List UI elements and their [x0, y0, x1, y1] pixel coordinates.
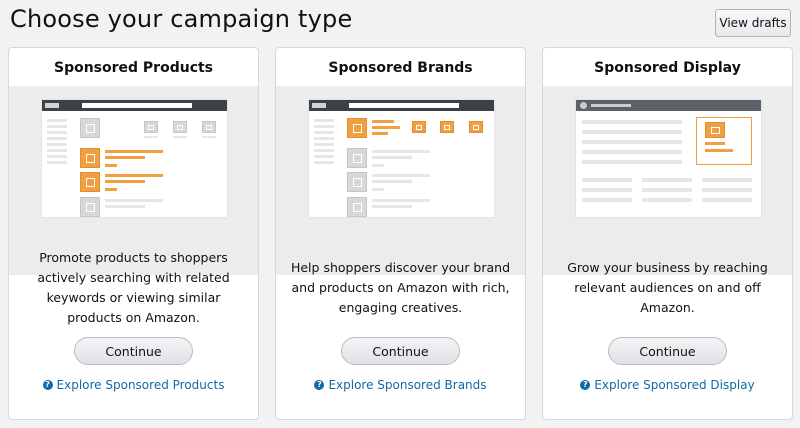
brands-mock-page [309, 100, 494, 217]
explore-link-label[interactable]: Explore Sponsored Products [57, 378, 225, 392]
card-illustration [276, 86, 525, 275]
card-description: Grow your business by reaching relevant … [567, 260, 768, 315]
card-description: Promote products to shoppers actively se… [37, 250, 230, 325]
continue-button-sponsored-brands[interactable]: Continue [341, 337, 460, 365]
question-circle-icon: ? [42, 379, 53, 390]
card-illustration [9, 86, 258, 275]
card-title: Sponsored Products [53, 60, 214, 76]
explore-link-sponsored-brands[interactable]: ? Explore Sponsored Brands [276, 378, 525, 392]
card-sponsored-products: Sponsored Products Promote products to s… [8, 47, 259, 420]
card-sponsored-display: Sponsored Display Grow your business by … [542, 47, 793, 420]
explore-link-label[interactable]: Explore Sponsored Brands [328, 378, 486, 392]
explore-link-label[interactable]: Explore Sponsored Display [594, 378, 754, 392]
view-drafts-button[interactable]: View drafts [715, 9, 791, 37]
products-mock-page [42, 100, 227, 217]
question-circle-icon: ? [314, 379, 325, 390]
display-mock-page [576, 100, 761, 217]
card-title: Sponsored Brands [328, 60, 473, 76]
continue-button-sponsored-display[interactable]: Continue [608, 337, 727, 365]
card-sponsored-brands: Sponsored Brands Help shoppers discover … [275, 47, 526, 420]
question-circle-icon: ? [580, 379, 591, 390]
card-illustration [543, 86, 792, 275]
page-title: Choose your campaign type [10, 5, 353, 33]
explore-link-sponsored-products[interactable]: ? Explore Sponsored Products [9, 378, 258, 392]
card-description: Help shoppers discover your brand and pr… [290, 260, 511, 315]
explore-link-sponsored-display[interactable]: ? Explore Sponsored Display [543, 378, 792, 392]
continue-button-sponsored-products[interactable]: Continue [74, 337, 193, 365]
card-title: Sponsored Display [594, 60, 741, 76]
